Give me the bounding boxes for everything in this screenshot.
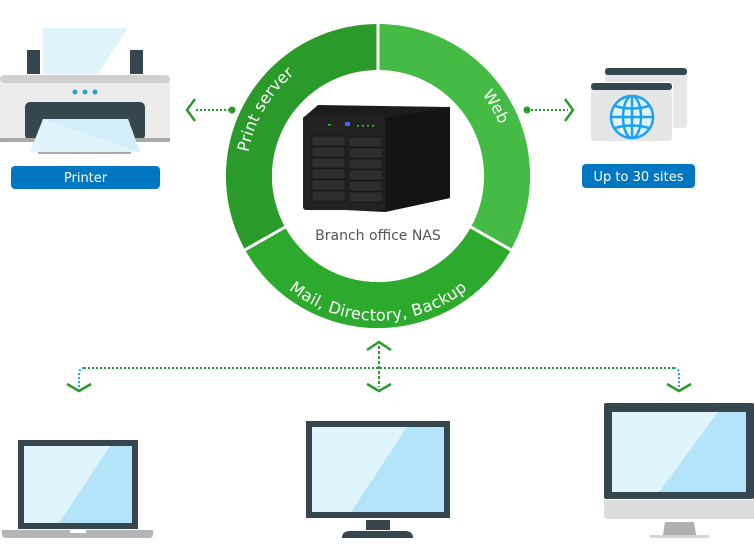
chevron-left-icon (185, 98, 197, 122)
chevron-down-icon (666, 382, 692, 393)
laptop-icon (2, 440, 153, 538)
web-label: Up to 30 sites (582, 164, 695, 188)
monitor-icon (306, 421, 450, 538)
diagram: Print server Web Mail, Directory, Backup… (0, 22, 754, 538)
client-connectors (66, 340, 692, 393)
globe-icon (609, 94, 655, 140)
chevron-down-icon (66, 382, 92, 393)
nas-device-image (303, 105, 450, 212)
svg-text:Up to 30 sites: Up to 30 sites (593, 170, 683, 185)
web-sites-icon (589, 68, 687, 142)
svg-text:Printer: Printer (64, 171, 108, 186)
printer-icon (0, 28, 170, 154)
printer-connector (185, 98, 236, 122)
printer-label: Printer (11, 166, 160, 189)
imac-icon (604, 403, 754, 538)
chevron-right-icon (563, 98, 575, 122)
nas-caption: Branch office NAS (315, 228, 441, 244)
web-connector (523, 98, 575, 122)
chevron-down-icon (366, 382, 392, 393)
